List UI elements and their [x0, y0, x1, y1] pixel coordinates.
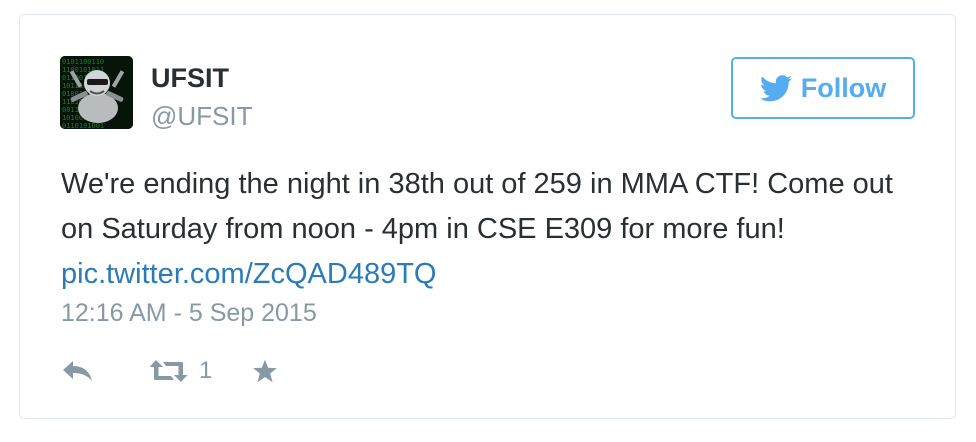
follow-label: Follow — [800, 72, 887, 103]
retweet-icon — [149, 359, 189, 383]
tweet-card: 0101100110 1100101011 0110010110 1011100… — [19, 14, 956, 419]
svg-text:0110101001: 0110101001 — [62, 122, 104, 129]
star-icon[interactable] — [252, 358, 278, 384]
svg-text:0101100110: 0101100110 — [62, 58, 104, 66]
retweet-count: 1 — [199, 357, 213, 384]
tweet-actions: 1 — [61, 355, 278, 387]
tweet-timestamp[interactable]: 12:16 AM - 5 Sep 2015 — [61, 298, 317, 328]
tweet-text: We're ending the night in 38th out of 25… — [61, 168, 893, 245]
tweet-body: We're ending the night in 38th out of 25… — [61, 162, 931, 297]
follow-button[interactable]: Follow — [731, 57, 915, 119]
avatar[interactable]: 0101100110 1100101011 0110010110 1011100… — [60, 56, 133, 129]
retweet-button[interactable]: 1 — [149, 357, 212, 385]
tweet-media-link[interactable]: pic.twitter.com/ZcQAD489TQ — [61, 258, 437, 290]
display-name[interactable]: UFSIT — [151, 63, 229, 93]
user-handle[interactable]: @UFSIT — [151, 101, 253, 131]
twitter-bird-icon — [759, 74, 792, 102]
reply-icon[interactable] — [61, 359, 95, 383]
